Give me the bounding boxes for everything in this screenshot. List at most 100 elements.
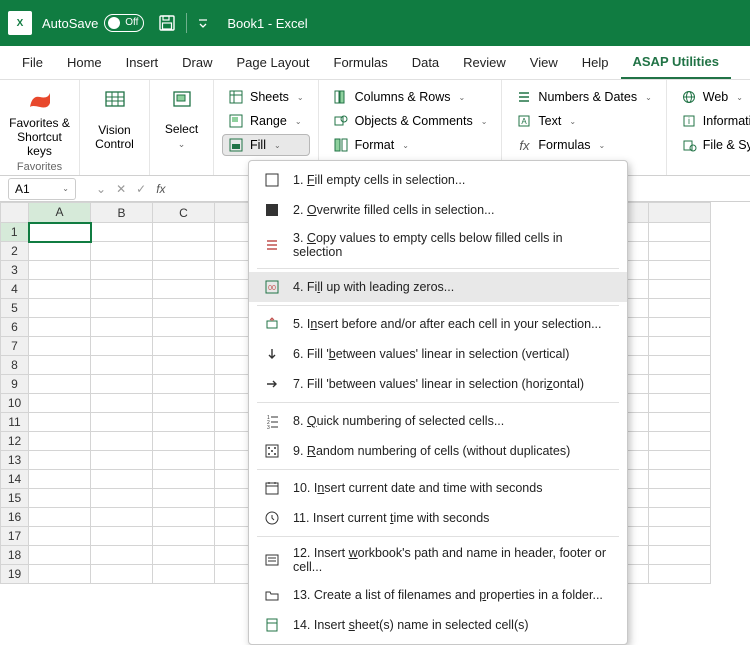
row-header[interactable]: 14: [1, 470, 29, 489]
cell[interactable]: [91, 261, 153, 280]
cell[interactable]: [153, 394, 215, 413]
cell[interactable]: [649, 546, 711, 565]
cell[interactable]: [29, 318, 91, 337]
cell[interactable]: [153, 375, 215, 394]
cell[interactable]: [649, 356, 711, 375]
fill-button[interactable]: Fill⌄: [222, 134, 310, 156]
cell[interactable]: [153, 318, 215, 337]
favorites-label[interactable]: Favorites & Shortcut keys: [8, 116, 71, 158]
row-header[interactable]: 9: [1, 375, 29, 394]
formulas-button[interactable]: fxFormulas⌄: [510, 134, 657, 156]
tab-view[interactable]: View: [518, 47, 570, 78]
cell[interactable]: [649, 394, 711, 413]
cell[interactable]: [91, 356, 153, 375]
cell[interactable]: [649, 261, 711, 280]
tab-review[interactable]: Review: [451, 47, 518, 78]
objects-comments-button[interactable]: Objects & Comments⌄: [327, 110, 494, 132]
file-system-button[interactable]: File & System: [675, 134, 750, 156]
tab-help[interactable]: Help: [570, 47, 621, 78]
tab-home[interactable]: Home: [55, 47, 114, 78]
fill-menu-item-11[interactable]: 11. Insert current time with seconds: [249, 503, 627, 533]
row-header[interactable]: 17: [1, 527, 29, 546]
cell[interactable]: [153, 223, 215, 242]
row-header[interactable]: 18: [1, 546, 29, 565]
fill-menu-item-6[interactable]: 6. Fill 'between values' linear in selec…: [249, 339, 627, 369]
cell[interactable]: [29, 451, 91, 470]
cell[interactable]: [91, 451, 153, 470]
cell[interactable]: [649, 470, 711, 489]
row-header[interactable]: 4: [1, 280, 29, 299]
fill-menu-item-14[interactable]: 14. Insert sheet(s) name in selected cel…: [249, 610, 627, 640]
fill-menu-item-5[interactable]: 5. Insert before and/or after each cell …: [249, 309, 627, 339]
cell[interactable]: [153, 527, 215, 546]
cell[interactable]: [91, 508, 153, 527]
select-label[interactable]: Select⌄: [165, 122, 198, 151]
save-icon[interactable]: [158, 14, 176, 32]
cell[interactable]: [649, 375, 711, 394]
cell[interactable]: [91, 318, 153, 337]
text-button[interactable]: AText⌄: [510, 110, 657, 132]
cell[interactable]: [649, 280, 711, 299]
information-button[interactable]: iInformation: [675, 110, 750, 132]
cell[interactable]: [91, 394, 153, 413]
tab-asap-utilities[interactable]: ASAP Utilities: [621, 46, 731, 79]
cell[interactable]: [153, 280, 215, 299]
fx-icon[interactable]: fx: [156, 182, 165, 196]
cell[interactable]: [153, 470, 215, 489]
cell[interactable]: [153, 242, 215, 261]
cell[interactable]: [29, 432, 91, 451]
numbers-dates-button[interactable]: Numbers & Dates⌄: [510, 86, 657, 108]
column-header[interactable]: B: [91, 203, 153, 223]
cancel-formula-icon[interactable]: ✕: [116, 182, 126, 196]
cell[interactable]: [649, 451, 711, 470]
cell[interactable]: [91, 413, 153, 432]
cell[interactable]: [29, 337, 91, 356]
vision-label[interactable]: Vision Control: [95, 123, 134, 151]
cell[interactable]: [29, 356, 91, 375]
cell[interactable]: [29, 223, 91, 242]
cell[interactable]: [91, 242, 153, 261]
fill-menu-item-3[interactable]: 3. Copy values to empty cells below fill…: [249, 225, 627, 265]
tab-insert[interactable]: Insert: [114, 47, 171, 78]
cell[interactable]: [29, 527, 91, 546]
tab-draw[interactable]: Draw: [170, 47, 224, 78]
cell[interactable]: [91, 546, 153, 565]
vision-icon[interactable]: [103, 86, 127, 114]
fill-menu-item-1[interactable]: 1. Fill empty cells in selection...: [249, 165, 627, 195]
cell[interactable]: [649, 432, 711, 451]
cell[interactable]: [29, 489, 91, 508]
cell[interactable]: [91, 470, 153, 489]
accept-formula-icon[interactable]: ✓: [136, 182, 146, 196]
cell[interactable]: [649, 299, 711, 318]
column-header[interactable]: [649, 203, 711, 223]
cell[interactable]: [91, 223, 153, 242]
cell[interactable]: [649, 223, 711, 242]
format-button[interactable]: Format⌄: [327, 134, 494, 156]
cell[interactable]: [649, 413, 711, 432]
cell[interactable]: [29, 546, 91, 565]
cell[interactable]: [153, 432, 215, 451]
row-header[interactable]: 15: [1, 489, 29, 508]
cell[interactable]: [649, 242, 711, 261]
fill-menu-item-7[interactable]: 7. Fill 'between values' linear in selec…: [249, 369, 627, 399]
column-header[interactable]: C: [153, 203, 215, 223]
cell[interactable]: [153, 546, 215, 565]
cell[interactable]: [29, 280, 91, 299]
web-button[interactable]: Web⌄: [675, 86, 750, 108]
row-header[interactable]: 2: [1, 242, 29, 261]
cell[interactable]: [29, 242, 91, 261]
row-header[interactable]: 7: [1, 337, 29, 356]
row-header[interactable]: 1: [1, 223, 29, 242]
select-icon[interactable]: [170, 86, 194, 114]
cell[interactable]: [649, 318, 711, 337]
tab-formulas[interactable]: Formulas: [322, 47, 400, 78]
row-header[interactable]: 8: [1, 356, 29, 375]
row-header[interactable]: 6: [1, 318, 29, 337]
autosave-toggle[interactable]: AutoSave Off: [42, 14, 144, 32]
cell[interactable]: [153, 261, 215, 280]
cell[interactable]: [153, 508, 215, 527]
cell[interactable]: [29, 565, 91, 584]
row-header[interactable]: 16: [1, 508, 29, 527]
chevron-down-icon[interactable]: ⌄: [62, 184, 69, 193]
row-header[interactable]: 13: [1, 451, 29, 470]
